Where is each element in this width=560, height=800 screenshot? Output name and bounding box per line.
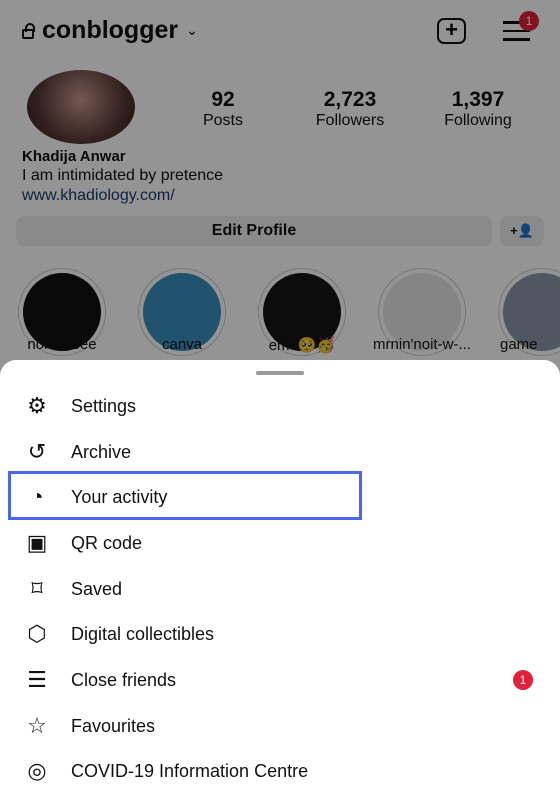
- star-icon: ☆: [27, 713, 47, 738]
- settings-icon: ⚙: [27, 393, 47, 418]
- menu-item-qr-code[interactable]: ▣ QR code: [0, 520, 560, 566]
- menu-item-covid-info[interactable]: ◎ COVID-19 Information Centre: [0, 748, 560, 794]
- archive-icon: ↺: [27, 439, 47, 464]
- menu-item-digital-collectibles[interactable]: ⬡ Digital collectibles: [0, 611, 560, 657]
- menu-item-favourites[interactable]: ☆ Favourites: [0, 703, 560, 749]
- menu-item-archive[interactable]: ↺ Archive: [0, 429, 560, 475]
- sheet-handle[interactable]: [256, 371, 304, 375]
- menu-sheet: ⚙ Settings ↺ Archive ◔ Your activity ▣ QR co…: [0, 360, 560, 800]
- highlight-box: [8, 471, 362, 520]
- bookmark-icon: ⌑: [31, 576, 43, 601]
- collectibles-icon: ⬡: [27, 621, 47, 646]
- covid-info-icon: ◎: [27, 758, 47, 783]
- menu-item-close-friends[interactable]: ☰ Close friends 1: [0, 657, 560, 703]
- qr-code-icon: ▣: [26, 530, 48, 555]
- menu-item-settings[interactable]: ⚙ Settings: [0, 383, 560, 429]
- close-friends-icon: ☰: [27, 667, 47, 692]
- close-friends-badge: 1: [513, 670, 533, 690]
- menu-item-saved[interactable]: ⌑ Saved: [0, 566, 560, 612]
